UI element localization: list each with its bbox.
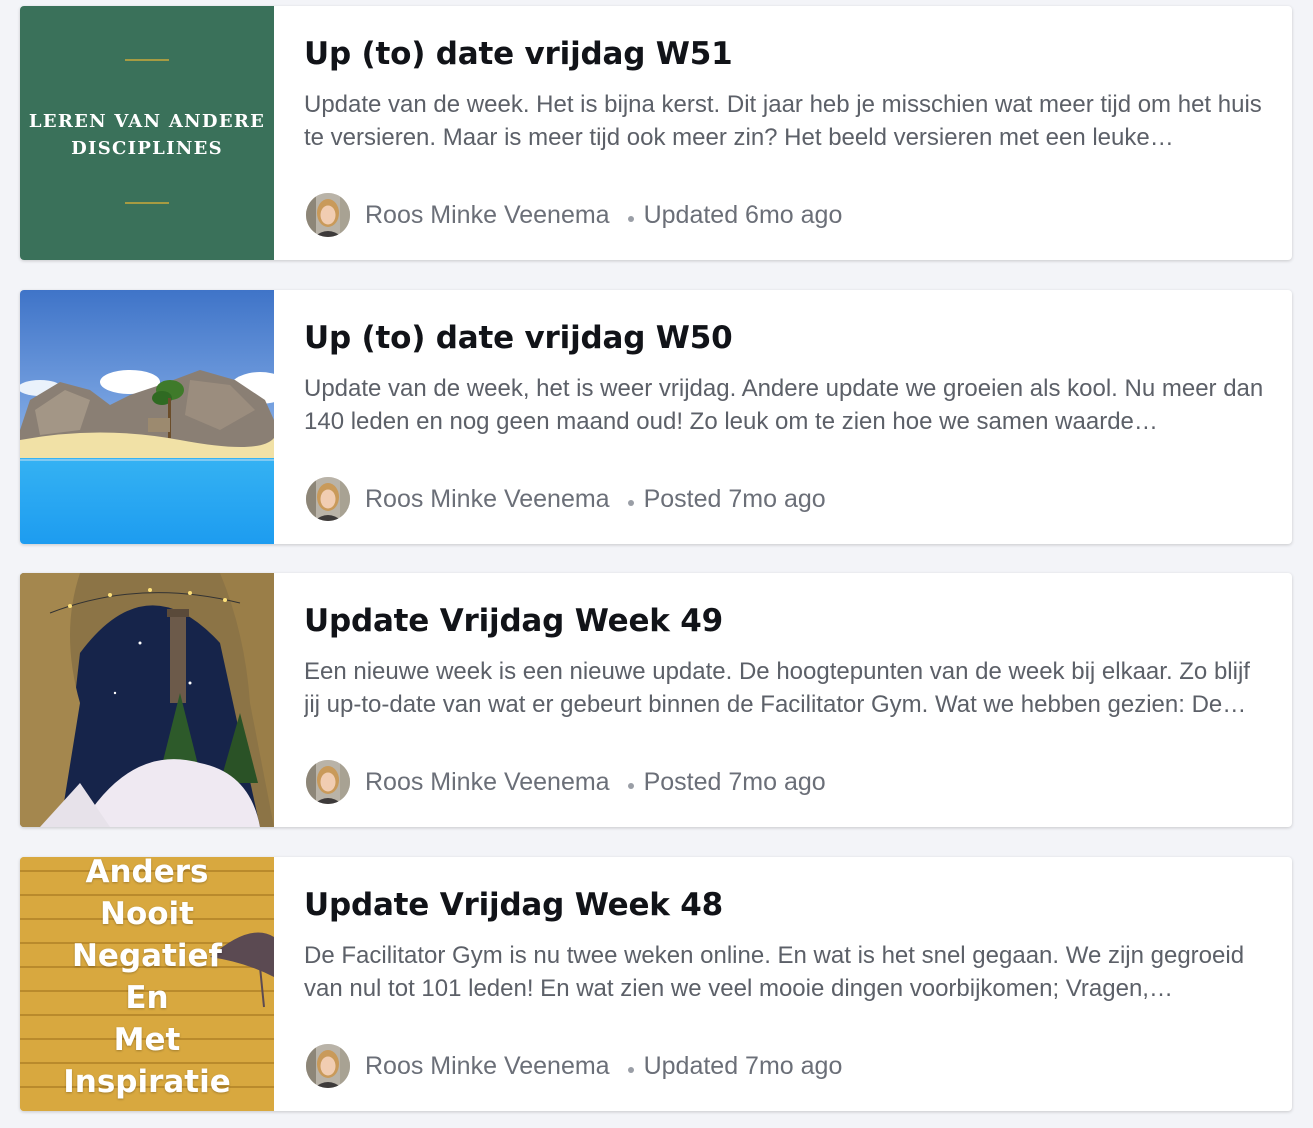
- separator-dot: [627, 783, 634, 789]
- post-title[interactable]: Up (to) date vrijdag W50: [304, 320, 733, 356]
- post-status: Posted 7mo ago: [643, 484, 826, 513]
- separator-dot: [627, 1067, 634, 1073]
- post-status: Posted 7mo ago: [643, 767, 826, 796]
- post-excerpt: Een nieuwe week is een nieuwe update. De…: [304, 658, 1250, 718]
- post-card[interactable]: Anders Nooit Negatief En Met Inspiratie …: [20, 857, 1292, 1111]
- avatar[interactable]: [306, 760, 350, 804]
- separator-dot: [627, 500, 634, 506]
- post-meta: Roos Minke Veenema Posted 7mo ago: [306, 476, 826, 522]
- post-card[interactable]: Up (to) date vrijdag W50 Update van de w…: [20, 290, 1292, 544]
- cave-scene-image: [20, 573, 274, 827]
- post-card[interactable]: LEREN VAN ANDERE DISCIPLINES Up (to) dat…: [20, 6, 1292, 260]
- post-title[interactable]: Update Vrijdag Week 49: [304, 603, 723, 639]
- author-name[interactable]: Roos Minke Veenema: [365, 485, 610, 514]
- thumbnail-caption: LEREN VAN ANDERE DISCIPLINES: [28, 111, 266, 159]
- post-title[interactable]: Up (to) date vrijdag W51: [304, 36, 733, 72]
- post-title[interactable]: Update Vrijdag Week 48: [304, 887, 723, 923]
- avatar[interactable]: [306, 193, 350, 237]
- post-meta: Roos Minke Veenema Updated 7mo ago: [306, 1043, 842, 1089]
- island-scene-image: [20, 290, 274, 544]
- thumbnail-caption: Anders Nooit Negatief En Met Inspiratie: [63, 857, 231, 1100]
- post-excerpt: De Facilitator Gym is nu twee weken onli…: [304, 942, 1245, 1002]
- post-thumbnail[interactable]: Anders Nooit Negatief En Met Inspiratie: [20, 857, 274, 1111]
- author-name[interactable]: Roos Minke Veenema: [365, 1052, 610, 1081]
- avatar[interactable]: [306, 1044, 350, 1088]
- post-status: Updated 6mo ago: [643, 200, 843, 229]
- post-thumbnail[interactable]: [20, 573, 274, 827]
- separator-dot: [627, 216, 634, 222]
- post-meta: Roos Minke Veenema Updated 6mo ago: [306, 192, 842, 238]
- post-thumbnail[interactable]: [20, 290, 274, 544]
- author-name[interactable]: Roos Minke Veenema: [365, 201, 610, 230]
- post-thumbnail[interactable]: LEREN VAN ANDERE DISCIPLINES: [20, 6, 274, 260]
- post-meta: Roos Minke Veenema Posted 7mo ago: [306, 759, 826, 805]
- post-card[interactable]: Update Vrijdag Week 49 Een nieuwe week i…: [20, 573, 1292, 827]
- avatar[interactable]: [306, 477, 350, 521]
- author-name[interactable]: Roos Minke Veenema: [365, 768, 610, 797]
- post-excerpt: Update van de week. Het is bijna kerst. …: [304, 91, 1262, 151]
- post-status: Updated 7mo ago: [643, 1051, 843, 1080]
- post-excerpt: Update van de week, het is weer vrijdag.…: [304, 375, 1264, 435]
